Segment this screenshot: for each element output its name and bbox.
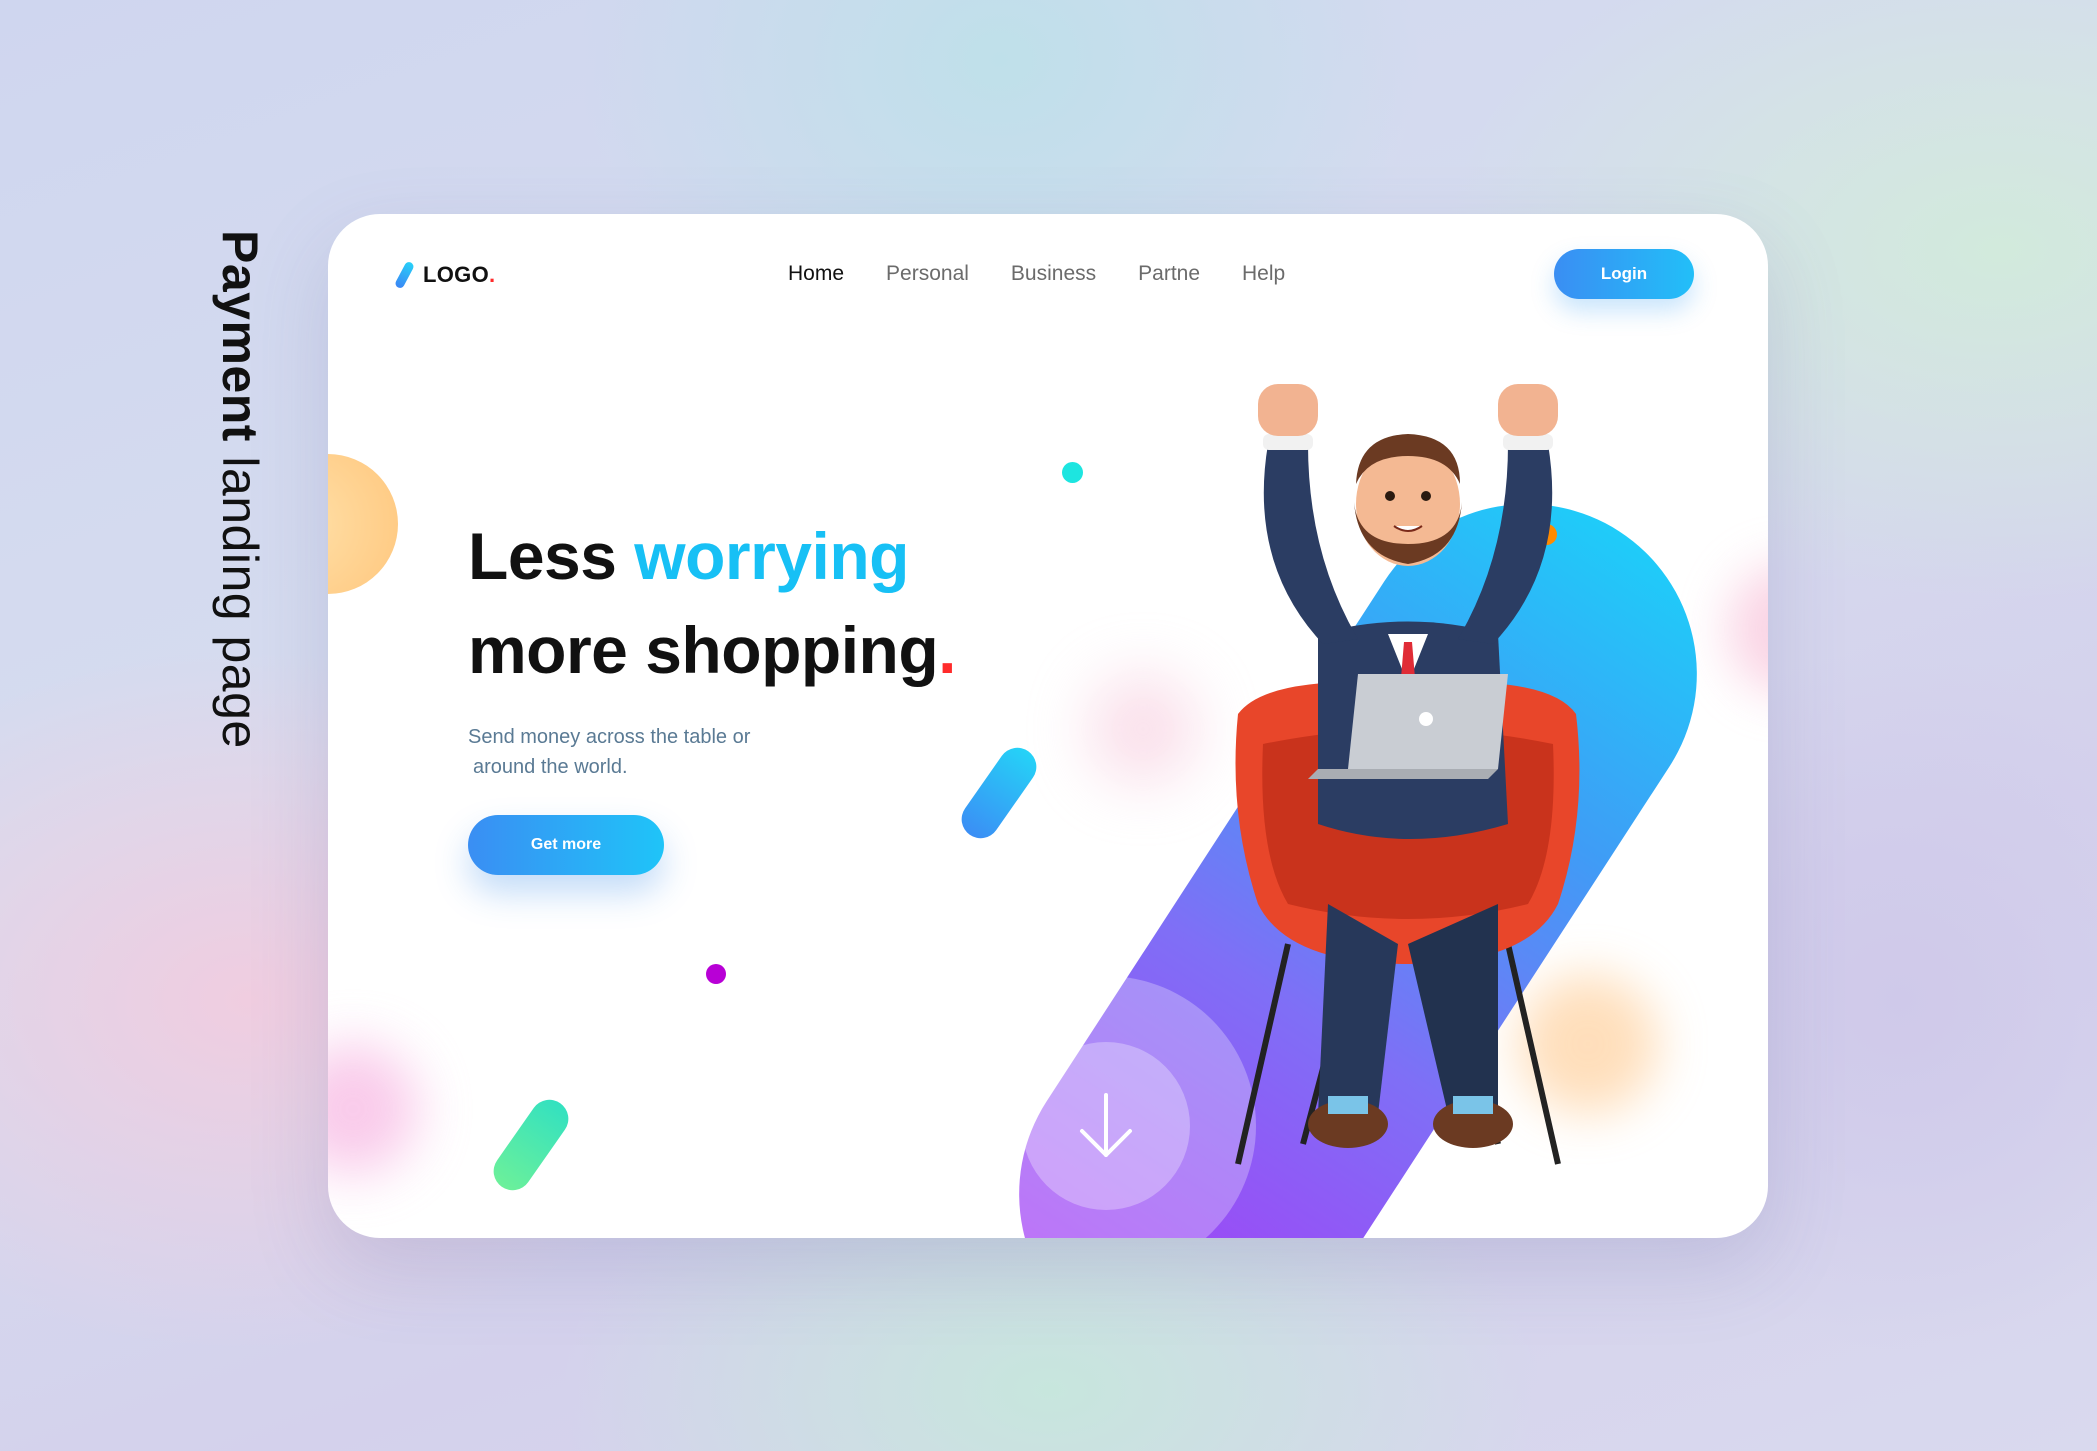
arrow-down-icon [1080,1093,1132,1157]
scroll-down-button[interactable] [1022,1042,1190,1210]
hero-subtitle: Send money across the table or around th… [468,726,751,778]
logo-dot: . [488,262,496,287]
blue-small-pill [954,740,1044,846]
top-nav: Home Personal Business Partne Help [788,262,1327,286]
landing-card: LOGO . Home Personal Business Partne Hel… [328,214,1768,1238]
slash-logo-icon [393,260,416,290]
logo[interactable]: LOGO . [393,260,496,290]
nav-personal[interactable]: Personal [886,262,969,286]
nav-help[interactable]: Help [1242,262,1285,286]
purple-dot [706,964,726,984]
green-small-pill [486,1092,576,1198]
businessman-illustration [1235,384,1580,1165]
hero-accent-word: worrying [634,519,909,593]
cyan-dot [1062,462,1083,483]
logo-text: LOGO [423,262,489,287]
nav-home[interactable]: Home [788,262,844,286]
pink-soft-blob [1088,674,1198,784]
orange-half-circle [328,454,398,594]
nav-partner[interactable]: Partne [1138,262,1200,286]
pink-edge-blob [1728,564,1768,694]
hero-title: Less worrying more shopping. [468,519,957,687]
login-button[interactable]: Login [1554,249,1694,299]
pink-blur-blob [328,1044,418,1174]
side-title: Payment landing page [212,230,268,749]
nav-business[interactable]: Business [1011,262,1096,286]
get-more-button[interactable]: Get more [468,815,664,875]
